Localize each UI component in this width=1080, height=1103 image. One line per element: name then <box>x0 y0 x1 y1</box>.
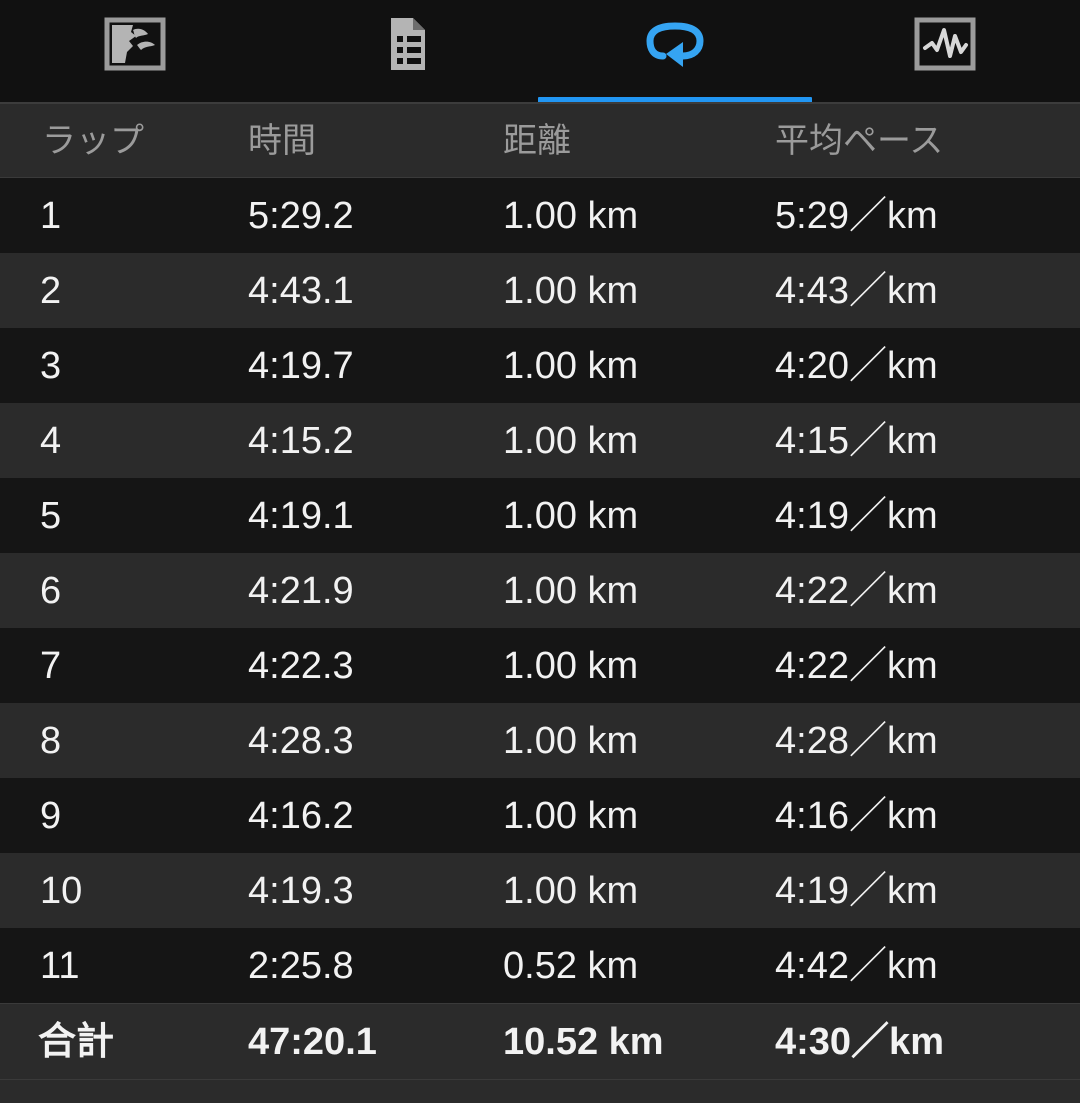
table-row[interactable]: 9 4:16.2 1.00 km 4:16／km <box>0 778 1080 853</box>
tab-graph[interactable]: Graph <box>810 0 1080 104</box>
tab-bar: Map Details <box>0 0 1080 104</box>
lap-distance: 1.00 km <box>503 869 639 912</box>
tab-laps[interactable]: Laps <box>538 0 812 104</box>
lap-pace: 4:42／km <box>775 944 938 987</box>
table-row[interactable]: 7 4:22.3 1.00 km 4:22／km <box>0 628 1080 703</box>
column-header-distance: 距離 <box>503 121 571 160</box>
table-row[interactable]: 6 4:21.9 1.00 km 4:22／km <box>0 553 1080 628</box>
lap-time: 4:15.2 <box>248 419 354 462</box>
lap-time: 4:21.9 <box>248 569 354 612</box>
lap-distance: 1.00 km <box>503 494 639 537</box>
column-header-pace: 平均ペース <box>775 121 944 160</box>
lap-distance: 1.00 km <box>503 344 639 387</box>
total-time: 47:20.1 <box>248 1020 377 1063</box>
lap-number: 3 <box>40 344 62 387</box>
total-distance: 10.52 km <box>503 1020 664 1063</box>
lap-time: 5:29.2 <box>248 194 354 237</box>
table-row[interactable]: 1 5:29.2 1.00 km 5:29／km <box>0 178 1080 253</box>
table-row[interactable]: 3 4:19.7 1.00 km 4:20／km <box>0 328 1080 403</box>
total-row: 合計 47:20.1 10.52 km 4:30／km <box>0 1003 1080 1079</box>
lap-pace: 4:20／km <box>775 344 938 387</box>
lap-number: 8 <box>40 719 62 762</box>
lap-pace: 4:22／km <box>775 644 938 687</box>
lap-pace: 4:43／km <box>775 269 938 312</box>
lap-distance: 1.00 km <box>503 419 639 462</box>
lap-pace: 4:22／km <box>775 569 938 612</box>
lap-number: 11 <box>40 944 80 987</box>
lap-time: 4:28.3 <box>248 719 354 762</box>
table-row[interactable]: 10 4:19.3 1.00 km 4:19／km <box>0 853 1080 928</box>
lap-pace: 4:16／km <box>775 794 938 837</box>
lap-rows: 1 5:29.2 1.00 km 5:29／km 2 4:43.1 1.00 km 4:43／… <box>0 178 1080 1003</box>
footer-strip <box>0 1079 1080 1103</box>
lap-time: 4:19.3 <box>248 869 354 912</box>
lap-summary-screen: Map Details <box>0 0 1080 1103</box>
total-pace: 4:30／km <box>775 1020 944 1063</box>
lap-number: 10 <box>40 869 83 912</box>
lap-time: 4:16.2 <box>248 794 354 837</box>
lap-pace: 5:29／km <box>775 194 938 237</box>
lap-pace: 4:19／km <box>775 494 938 537</box>
lap-distance: 1.00 km <box>503 644 639 687</box>
column-header-time: 時間 <box>248 121 316 160</box>
document-icon <box>373 12 437 76</box>
tab-map[interactable]: Map <box>0 0 270 104</box>
lap-number: 2 <box>40 269 62 312</box>
map-icon <box>103 12 167 76</box>
lap-distance: 1.00 km <box>503 794 639 837</box>
lap-pace: 4:28／km <box>775 719 938 762</box>
lap-time: 4:19.1 <box>248 494 354 537</box>
table-row[interactable]: 5 4:19.1 1.00 km 4:19／km <box>0 478 1080 553</box>
table-row[interactable]: 11 2:25.8 0.52 km 4:42／km <box>0 928 1080 1003</box>
lap-distance: 1.00 km <box>503 569 639 612</box>
lap-distance: 1.00 km <box>503 269 639 312</box>
lap-time: 2:25.8 <box>248 944 354 987</box>
lap-pace: 4:15／km <box>775 419 938 462</box>
lap-distance: 1.00 km <box>503 194 639 237</box>
lap-pace: 4:19／km <box>775 869 938 912</box>
chart-line-icon <box>913 12 977 76</box>
lap-time: 4:19.7 <box>248 344 354 387</box>
lap-number: 9 <box>40 794 62 837</box>
column-header-lap: ラップ <box>42 121 144 160</box>
lap-table: ラップ 時間 距離 平均ペース 1 5:29.2 1.00 km 5:29／km 2 4:… <box>0 104 1080 1103</box>
lap-number: 6 <box>40 569 62 612</box>
lap-loop-icon <box>643 12 707 76</box>
lap-time: 4:43.1 <box>248 269 354 312</box>
table-header-row: ラップ 時間 距離 平均ペース <box>0 104 1080 178</box>
tab-bar-divider <box>0 102 1080 104</box>
lap-distance: 1.00 km <box>503 719 639 762</box>
table-row[interactable]: 4 4:15.2 1.00 km 4:15／km <box>0 403 1080 478</box>
lap-number: 7 <box>40 644 62 687</box>
table-row[interactable]: 8 4:28.3 1.00 km 4:28／km <box>0 703 1080 778</box>
lap-distance: 0.52 km <box>503 944 639 987</box>
total-label: 合計 <box>38 1020 115 1063</box>
table-row[interactable]: 2 4:43.1 1.00 km 4:43／km <box>0 253 1080 328</box>
tab-details[interactable]: Details <box>270 0 540 104</box>
lap-number: 4 <box>40 419 62 462</box>
lap-number: 1 <box>40 194 62 237</box>
lap-time: 4:22.3 <box>248 644 354 687</box>
lap-number: 5 <box>40 494 62 537</box>
